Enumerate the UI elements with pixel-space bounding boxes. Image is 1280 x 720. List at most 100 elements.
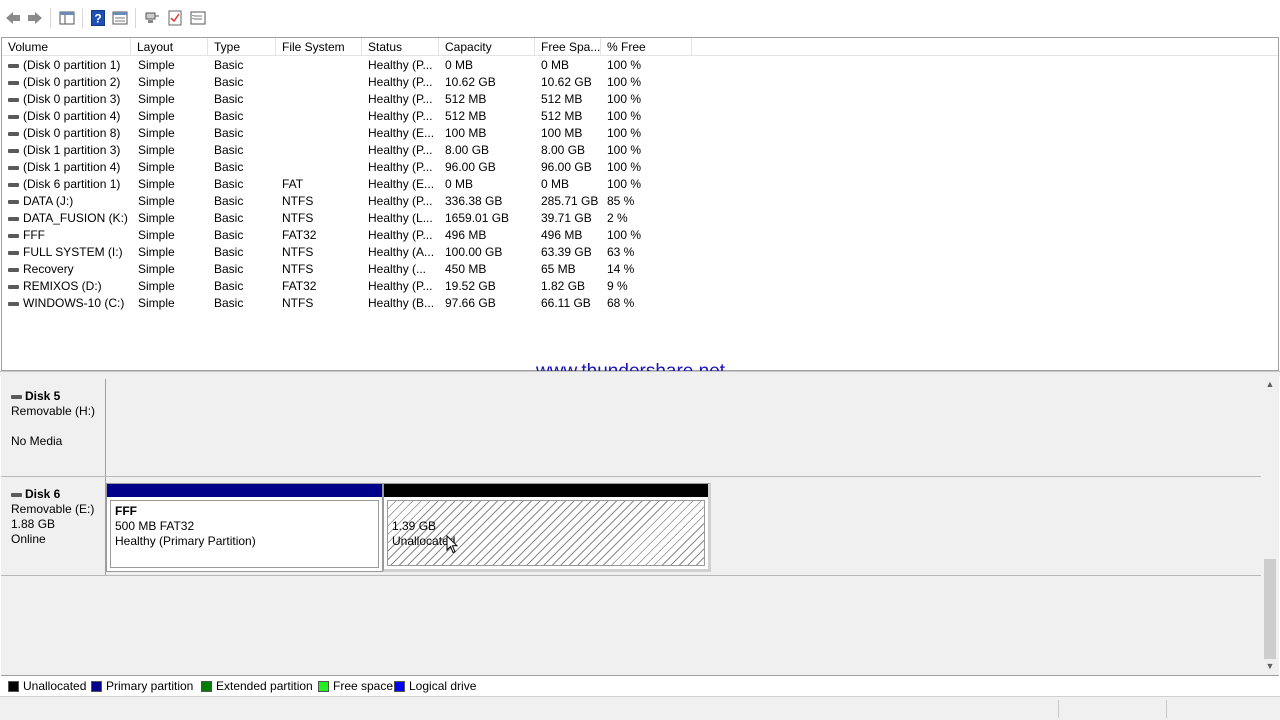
disk-5-title: Disk 5	[11, 389, 105, 404]
scroll-up-icon[interactable]: ▲	[1264, 378, 1276, 390]
settings-list-icon[interactable]	[189, 9, 207, 27]
cell-volume: WINDOWS-10 (C:)	[23, 296, 125, 310]
cell-file-system	[282, 108, 360, 125]
table-row[interactable]: REMIXOS (D:) Simple Basic FAT32 Healthy (P..…	[2, 278, 1278, 295]
legend-primary-partition: Primary partition	[91, 679, 193, 693]
table-row[interactable]: (Disk 0 partition 4) Simple Basic Healthy (…	[2, 108, 1278, 125]
unallocated-body: 1.39 GB Unallocated	[387, 500, 705, 566]
cell-file-system: NTFS	[282, 296, 314, 310]
cell-status: Healthy (P...	[368, 58, 433, 72]
cell-capacity: 100 MB	[445, 126, 487, 140]
legend-swatch	[8, 680, 19, 692]
show-hide-console-tree-icon[interactable]	[58, 9, 76, 27]
cell-capacity: 19.52 GB	[445, 279, 496, 293]
cell-type: Basic	[214, 194, 244, 208]
volume-icon	[8, 64, 19, 68]
volume-icon	[8, 183, 19, 187]
column-header-volume[interactable]: Volume	[2, 38, 131, 56]
properties-icon[interactable]	[111, 9, 129, 27]
table-row[interactable]: (Disk 0 partition 8) Simple Basic Healthy (…	[2, 125, 1278, 142]
toolbar-separator	[135, 8, 136, 28]
cell-percent-free: 63 %	[607, 245, 635, 259]
table-row[interactable]: DATA_FUSION (K:) Simple Basic NTFS Healthy (…	[2, 210, 1278, 227]
column-header-free-space[interactable]: Free Spa...	[535, 38, 601, 56]
disk-row-divider	[1, 476, 1261, 477]
cell-free-space: 512 MB	[541, 109, 583, 123]
cell-free-space: 66.11 GB	[541, 296, 591, 310]
legend-label: Primary partition	[106, 679, 194, 693]
volume-icon	[8, 200, 19, 204]
toolbar: ?	[0, 0, 1280, 37]
scroll-down-icon[interactable]: ▼	[1264, 660, 1276, 672]
cell-file-system	[282, 125, 360, 142]
cell-type: Basic	[214, 92, 244, 106]
volume-icon	[8, 251, 19, 255]
table-row[interactable]: FFF Simple Basic FAT32 Healthy (P... 496 MB 49…	[2, 227, 1278, 244]
partition-fff[interactable]: FFF 500 MB FAT32 Healthy (Primary Partit…	[106, 483, 383, 572]
table-row[interactable]: (Disk 6 partition 1) Simple Basic FAT Health…	[2, 176, 1278, 193]
disk-6-name: Disk 6	[25, 487, 61, 501]
vertical-scrollbar[interactable]: ▲ ▼	[1262, 376, 1278, 675]
cell-type: Basic	[214, 245, 244, 259]
column-header-file-system[interactable]: File System	[276, 38, 362, 56]
column-header-percent-free[interactable]: % Free	[601, 38, 692, 56]
cell-capacity: 512 MB	[445, 92, 487, 106]
cell-free-space: 8.00 GB	[541, 143, 586, 157]
disk-5-label[interactable]: Disk 5 Removable (H:) No Media	[2, 379, 106, 477]
disk-6-title: Disk 6	[11, 487, 105, 502]
table-row[interactable]: (Disk 1 partition 3) Simple Basic Healthy (…	[2, 142, 1278, 159]
cell-layout: Simple	[138, 194, 175, 208]
column-header-type[interactable]: Type	[208, 38, 276, 56]
partition-unallocated[interactable]: 1.39 GB Unallocated	[383, 483, 711, 572]
cell-volume: (Disk 0 partition 1)	[23, 58, 121, 72]
cell-layout: Simple	[138, 296, 175, 310]
disk-6-type: Removable (E:)	[11, 502, 95, 516]
cell-type: Basic	[214, 143, 244, 157]
volume-icon	[8, 302, 19, 306]
cell-capacity: 512 MB	[445, 109, 487, 123]
volume-icon	[8, 268, 19, 272]
column-header-status[interactable]: Status	[362, 38, 439, 56]
cell-file-system: NTFS	[282, 194, 314, 208]
primary-partition-bar	[107, 484, 382, 497]
cell-capacity: 96.00 GB	[445, 160, 496, 174]
disk-5-type: Removable (H:)	[11, 404, 96, 418]
volume-icon	[8, 166, 19, 170]
forward-arrow-icon[interactable]	[26, 9, 44, 27]
table-row[interactable]: (Disk 1 partition 4) Simple Basic Healthy (…	[2, 159, 1278, 176]
table-row[interactable]: (Disk 0 partition 3) Simple Basic Healthy (…	[2, 91, 1278, 108]
volume-icon	[8, 115, 19, 119]
help-icon[interactable]: ?	[89, 9, 107, 27]
status-divider	[1166, 700, 1167, 718]
connect-icon[interactable]	[143, 9, 161, 27]
mouse-cursor-icon	[446, 534, 459, 557]
column-header-capacity[interactable]: Capacity	[439, 38, 535, 56]
disk-6-label[interactable]: Disk 6 Removable (E:) 1.88 GB Online	[2, 477, 106, 575]
table-row[interactable]: (Disk 0 partition 2) Simple Basic Healthy (…	[2, 74, 1278, 91]
cell-status: Healthy (...	[368, 262, 427, 276]
unallocated-bar	[384, 484, 708, 497]
cell-file-system	[282, 74, 360, 91]
cell-status: Healthy (P...	[368, 279, 433, 293]
table-row[interactable]: (Disk 0 partition 1) Simple Basic Healthy (…	[2, 57, 1278, 74]
cell-layout: Simple	[138, 245, 175, 259]
cell-type: Basic	[214, 160, 244, 174]
table-row[interactable]: Recovery Simple Basic NTFS Healthy (... 450 M…	[2, 261, 1278, 278]
table-row[interactable]: FULL SYSTEM (I:) Simple Basic NTFS Healthy (…	[2, 244, 1278, 261]
legend-label: Extended partition	[216, 679, 313, 693]
cell-file-system	[282, 57, 360, 74]
table-row[interactable]: WINDOWS-10 (C:) Simple Basic NTFS Healthy (B…	[2, 295, 1278, 312]
cell-type: Basic	[214, 177, 244, 191]
cell-free-space: 100 MB	[541, 126, 583, 140]
cell-status: Healthy (P...	[368, 194, 433, 208]
back-arrow-icon[interactable]	[4, 9, 22, 27]
list-header: Volume Layout Type File System Status Ca…	[2, 38, 1278, 56]
cell-file-system: NTFS	[282, 262, 314, 276]
check-icon[interactable]	[166, 9, 184, 27]
cell-capacity: 97.66 GB	[445, 296, 496, 310]
scroll-thumb[interactable]	[1264, 559, 1276, 659]
partition-size-fs: 500 MB FAT32	[115, 519, 195, 533]
table-row[interactable]: DATA (J:) Simple Basic NTFS Healthy (P... 336…	[2, 193, 1278, 210]
volume-icon	[8, 81, 19, 85]
column-header-layout[interactable]: Layout	[131, 38, 208, 56]
